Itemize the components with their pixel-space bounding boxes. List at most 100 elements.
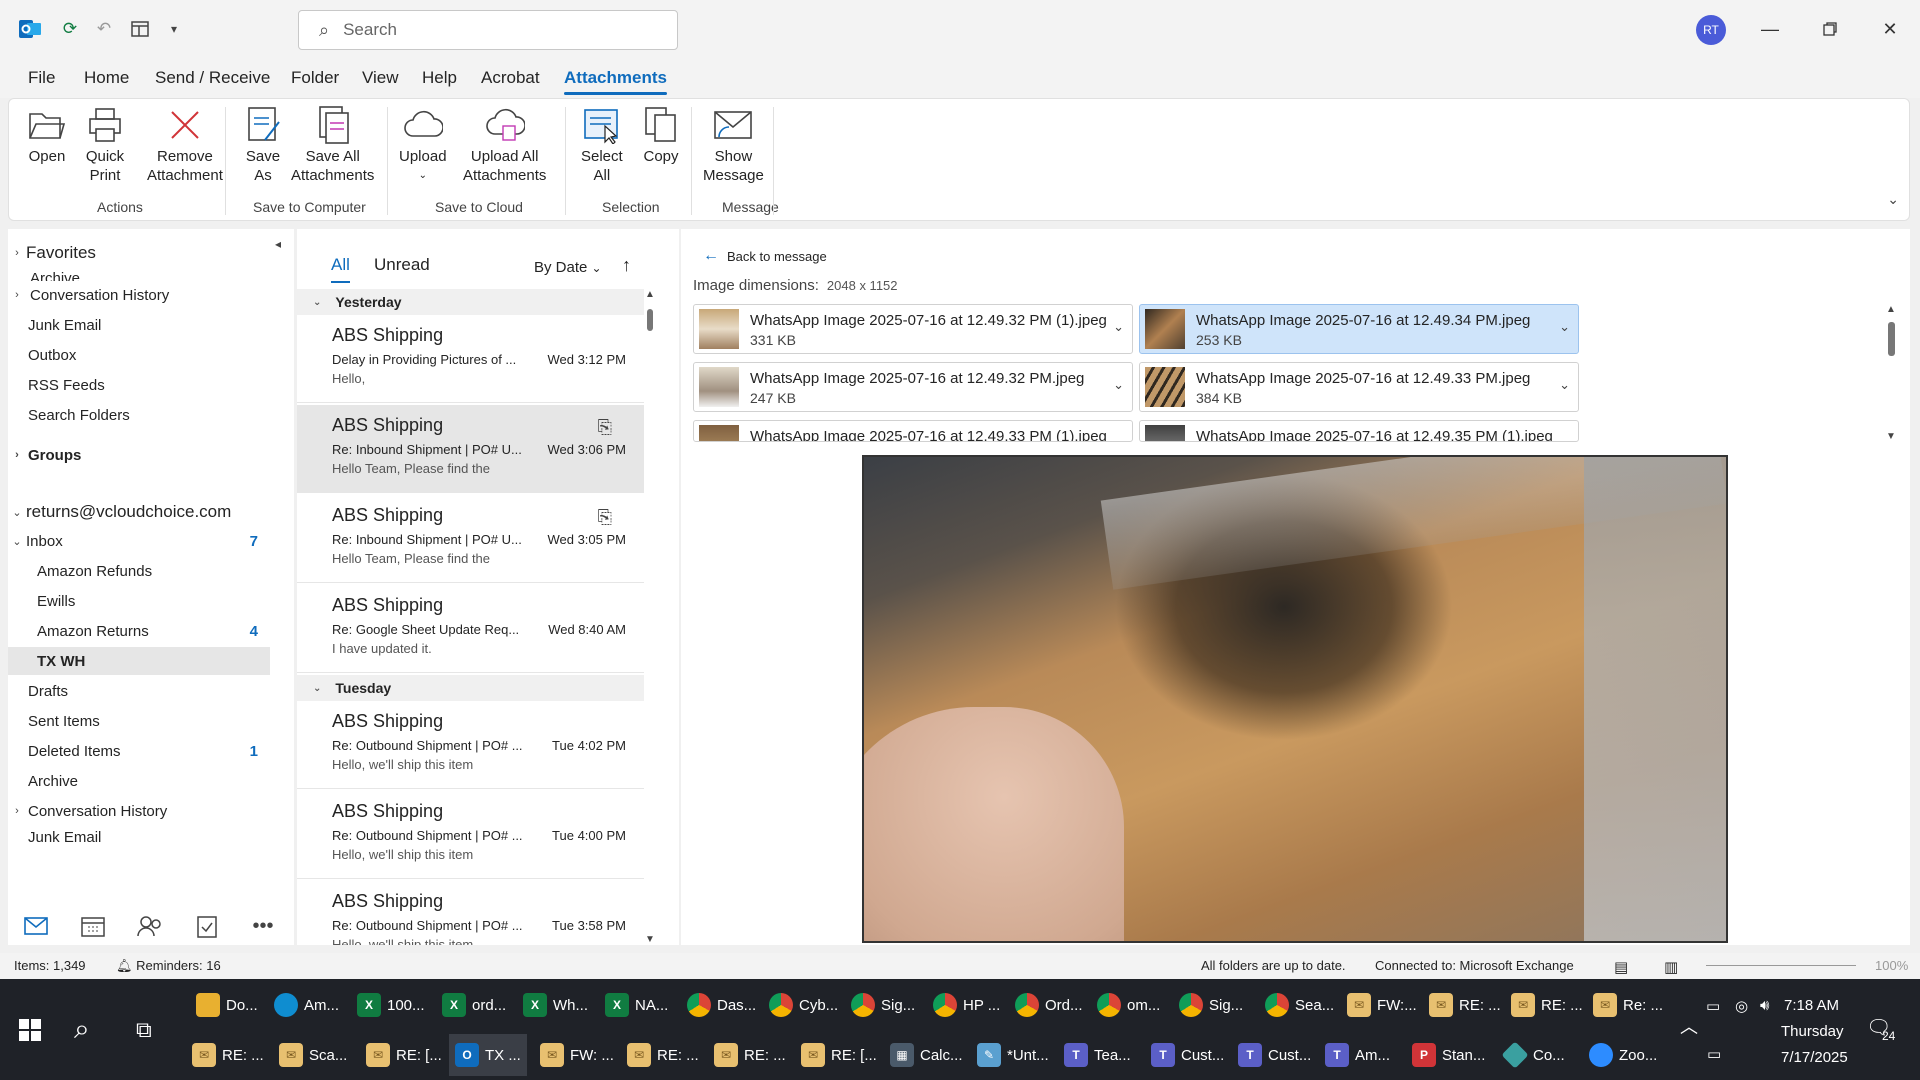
tab-attachments[interactable]: Attachments xyxy=(564,68,667,95)
people-icon[interactable] xyxy=(136,913,164,939)
folder-tx-wh[interactable]: TX WH xyxy=(8,647,270,675)
folder-inbox[interactable]: ⌄ Inbox 7 xyxy=(8,527,270,555)
reading-view-icon[interactable]: ▥ xyxy=(1664,958,1678,976)
message-item[interactable]: ABS Shipping Delay in Providing Pictures… xyxy=(297,315,644,403)
tab-acrobat[interactable]: Acrobat xyxy=(481,68,540,88)
sync-icon[interactable]: ⟳ xyxy=(58,17,82,41)
taskbar-app[interactable]: Sig... xyxy=(1179,984,1243,1026)
reminders[interactable]: 🔔︎ Reminders: 16 xyxy=(116,958,221,974)
customize-toolbar-icon[interactable]: ▾ xyxy=(162,17,186,41)
quick-print-button[interactable]: Quick Print xyxy=(85,105,125,185)
taskbar-app[interactable]: ✎ *Unt... xyxy=(977,1034,1049,1076)
scroll-thumb[interactable] xyxy=(1888,322,1895,356)
taskbar-app[interactable]: X Wh... xyxy=(523,984,588,1026)
minimize-icon[interactable]: — xyxy=(1755,14,1785,44)
upload-button[interactable]: Upload ⌄ xyxy=(399,105,447,185)
attachment-item-selected[interactable]: WhatsApp Image 2025-07-16 at 12.49.34 PM… xyxy=(1139,304,1579,354)
taskbar-app[interactable]: ✉ FW:... xyxy=(1347,984,1417,1026)
more-icon[interactable]: ••• xyxy=(249,913,277,939)
favorites-header[interactable]: › Favorites xyxy=(8,239,270,267)
avatar[interactable]: RT xyxy=(1696,15,1726,45)
zoom-level[interactable]: 100% xyxy=(1875,958,1908,973)
taskbar-app[interactable]: Xord... xyxy=(442,984,506,1026)
back-to-message-link[interactable]: ← Back to message xyxy=(703,247,827,265)
group-header-yesterday[interactable]: ⌄ Yesterday xyxy=(297,289,644,315)
chevron-down-icon[interactable]: ⌄ xyxy=(1559,377,1570,393)
quick-access-icon[interactable] xyxy=(128,17,152,41)
attachment-item[interactable]: WhatsApp Image 2025-07-16 at 12.49.33 PM… xyxy=(1139,362,1579,412)
sort-direction-icon[interactable]: ↑ xyxy=(622,255,631,276)
tab-file[interactable]: File xyxy=(28,68,55,88)
message-item[interactable]: ABS Shipping ⎘ Re: Inbound Shipment | PO… xyxy=(297,495,644,583)
undo-icon[interactable]: ↶ xyxy=(92,17,116,41)
taskbar-app[interactable]: Das... xyxy=(687,984,756,1026)
taskbar-app[interactable]: ✉ FW: ... xyxy=(540,1034,614,1076)
tab-unread[interactable]: Unread xyxy=(374,255,430,275)
folder-outbox[interactable]: Outbox xyxy=(8,341,270,369)
save-all-attachments-button[interactable]: Save All Attachments xyxy=(291,105,374,185)
message-item[interactable]: ABS Shipping Re: Outbound Shipment | PO#… xyxy=(297,791,644,879)
select-all-button[interactable]: Select All xyxy=(581,105,623,185)
taskbar-app[interactable]: T Cust... xyxy=(1238,1034,1311,1076)
folder-amazon-returns[interactable]: Amazon Returns 4 xyxy=(8,617,270,645)
chevron-down-icon[interactable]: ⌄ xyxy=(1113,377,1124,393)
tray-overflow-icon[interactable]: ︿ xyxy=(1680,1013,1698,1039)
tab-home[interactable]: Home xyxy=(84,68,129,88)
groups-header[interactable]: › Groups xyxy=(8,441,270,469)
account-header[interactable]: ⌄ returns@vcloudchoice.com xyxy=(8,498,270,526)
taskbar-app[interactable]: Ord... xyxy=(1015,984,1083,1026)
attachments-scrollbar[interactable]: ▲ ▼ xyxy=(1884,304,1898,442)
folder-search-folders[interactable]: Search Folders xyxy=(8,401,270,429)
scroll-thumb[interactable] xyxy=(647,309,653,331)
collapse-ribbon-icon[interactable]: ⌄ xyxy=(1887,191,1899,208)
folder-drafts[interactable]: Drafts xyxy=(8,677,270,705)
attachment-item[interactable]: WhatsApp Image 2025-07-16 at 12.49.33 PM… xyxy=(693,420,1133,442)
search-icon[interactable]: ⌕ xyxy=(74,1013,90,1046)
message-item[interactable]: ABS Shipping Re: Outbound Shipment | PO#… xyxy=(297,701,644,789)
attachment-item[interactable]: WhatsApp Image 2025-07-16 at 12.49.32 PM… xyxy=(693,362,1133,412)
taskbar-app[interactable]: ✉ RE: ... xyxy=(1511,984,1583,1026)
folder-deleted-items[interactable]: Deleted Items 1 xyxy=(8,737,270,765)
attachment-item[interactable]: WhatsApp Image 2025-07-16 at 12.49.35 PM… xyxy=(1139,420,1579,442)
tab-help[interactable]: Help xyxy=(422,68,457,88)
taskbar-app[interactable]: ✉ RE: ... xyxy=(1429,984,1501,1026)
scroll-down-icon[interactable]: ▼ xyxy=(644,934,656,945)
taskbar-app[interactable]: T Tea... xyxy=(1064,1034,1131,1076)
calendar-icon[interactable] xyxy=(79,913,107,939)
message-item[interactable]: ABS Shipping Re: Outbound Shipment | PO#… xyxy=(297,881,644,945)
folder-ewills[interactable]: Ewills xyxy=(8,587,270,615)
task-view-icon[interactable]: ⧉ xyxy=(136,1017,152,1043)
search-input[interactable]: ⌕ Search xyxy=(298,10,678,50)
open-button[interactable]: Open xyxy=(27,105,67,166)
folder-rss-feeds[interactable]: RSS Feeds xyxy=(8,371,270,399)
network-icon[interactable]: ◎ xyxy=(1735,997,1748,1015)
scroll-down-icon[interactable]: ▼ xyxy=(1884,431,1898,442)
close-icon[interactable]: ✕ xyxy=(1875,14,1905,44)
folder-junk-email-2[interactable]: Junk Email xyxy=(8,827,270,847)
message-item[interactable]: ABS Shipping ⎘ Re: Inbound Shipment | PO… xyxy=(297,405,644,493)
normal-view-icon[interactable]: ▤ xyxy=(1614,958,1628,976)
taskbar-app[interactable]: Zoo... xyxy=(1589,1034,1657,1076)
taskbar-app[interactable]: ✉ RE: ... xyxy=(192,1034,264,1076)
scroll-up-icon[interactable]: ▲ xyxy=(644,289,656,300)
chevron-down-icon[interactable]: ⌄ xyxy=(1559,319,1570,335)
tab-view[interactable]: View xyxy=(362,68,399,88)
upload-all-attachments-button[interactable]: Upload All Attachments xyxy=(463,105,546,185)
folder-conversation-history[interactable]: › Conversation History xyxy=(8,281,270,309)
volume-icon[interactable]: 🔊︎ xyxy=(1760,997,1769,1014)
folder-archive-2[interactable]: Archive xyxy=(8,767,270,795)
taskbar-app[interactable]: Cyb... xyxy=(769,984,838,1026)
copy-button[interactable]: Copy xyxy=(641,105,681,166)
taskbar-app[interactable]: Sig... xyxy=(851,984,915,1026)
tab-folder[interactable]: Folder xyxy=(291,68,339,88)
collapse-folder-pane-icon[interactable]: ◂ xyxy=(275,237,281,251)
folder-sent-items[interactable]: Sent Items xyxy=(8,707,270,735)
sort-by-date[interactable]: By Date ⌄ xyxy=(534,259,602,276)
attachment-item[interactable]: WhatsApp Image 2025-07-16 at 12.49.32 PM… xyxy=(693,304,1133,354)
restore-icon[interactable] xyxy=(1815,14,1845,44)
desktop-icon[interactable]: ▭ xyxy=(1707,1045,1721,1063)
taskbar-app[interactable]: Am... xyxy=(274,984,339,1026)
taskbar-app[interactable]: P Stan... xyxy=(1412,1034,1485,1076)
taskbar-app[interactable]: T Am... xyxy=(1325,1034,1390,1076)
taskbar-app[interactable]: Sea... xyxy=(1265,984,1334,1026)
